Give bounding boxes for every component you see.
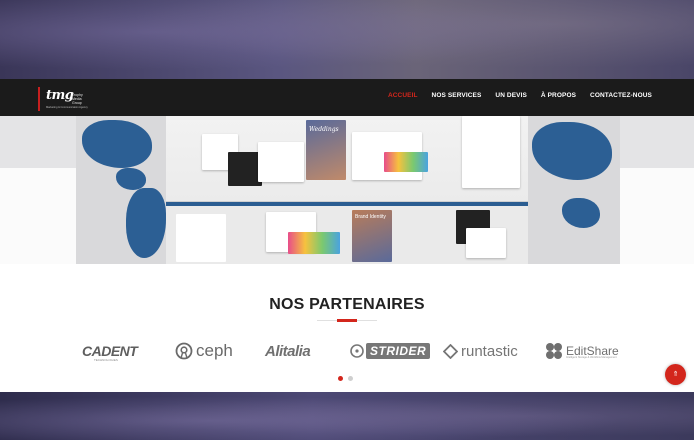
logo-subtext: Marketing & Communication Agency [46, 106, 88, 109]
strider-wheel-icon [350, 344, 364, 358]
australia-shape [562, 198, 600, 228]
hero-brochure-top: Weddings [166, 116, 528, 202]
scroll-to-top-button[interactable]: ⇑ [665, 364, 686, 385]
logo-side-text: Trophy Media Group [72, 93, 83, 105]
hero-mockup-card [228, 152, 262, 186]
nav-item-a-propos[interactable]: À PROPOS [541, 92, 576, 99]
partner-logo-strider[interactable]: STRIDER [350, 340, 431, 362]
asia-shape [532, 122, 612, 180]
central-america-shape [116, 168, 146, 190]
nav-item-contact[interactable]: CONTACTEZ-NOUS [590, 92, 652, 99]
background-bottom [0, 392, 694, 440]
logo-accent-bar [38, 87, 40, 111]
title-divider-accent [337, 319, 357, 322]
hero-brochure-bottom: Brand Identity [166, 202, 528, 264]
nav-item-services[interactable]: NOS SERVICES [432, 92, 482, 99]
logo-text: tmg [46, 88, 74, 103]
brochure-subheading: Brand Identity [355, 214, 386, 220]
south-america-shape [126, 188, 166, 258]
arrow-up-icon: ⇑ [672, 371, 679, 378]
partners-section: NOS PARTENAIRES CADENT TECHNOLOGIES ceph… [0, 264, 694, 392]
background-top [0, 0, 694, 80]
runtastic-icon [443, 343, 458, 359]
hero-mockup-sticky-notes [384, 152, 428, 172]
hero-mockup-sheet [462, 116, 520, 188]
partner-logo-cadent[interactable]: CADENT TECHNOLOGIES [82, 340, 138, 362]
hero-mockup-sticky-notes [288, 232, 340, 254]
editshare-icon [546, 343, 562, 359]
hero-mockup-sheet [176, 214, 226, 262]
partner-logo-editshare[interactable]: EditShare Intelligent Storage & Workflow… [545, 340, 619, 362]
ceph-icon [175, 342, 193, 360]
partner-logo-alitalia[interactable]: Alitalia [265, 340, 311, 362]
site-logo[interactable]: tmg Trophy Media Group Marketing & Commu… [38, 87, 88, 111]
brochure-heading: Weddings [309, 126, 339, 133]
nav-item-devis[interactable]: UN DEVIS [495, 92, 527, 99]
carousel-dot-1[interactable] [338, 376, 343, 381]
carousel-dot-2[interactable] [348, 376, 353, 381]
carousel-pagination [338, 376, 353, 381]
hero-mockup-card [258, 142, 304, 182]
hero-mockup-card [466, 228, 506, 258]
partners-carousel[interactable]: CADENT TECHNOLOGIES ceph Alitalia STRIDE… [0, 340, 694, 362]
north-america-shape [82, 120, 152, 168]
partner-logo-runtastic[interactable]: runtastic [443, 340, 518, 362]
partner-logo-ceph[interactable]: ceph [175, 340, 233, 362]
nav-item-accueil[interactable]: ACCUEIL [388, 92, 418, 99]
main-nav: ACCUEIL NOS SERVICES UN DEVIS À PROPOS C… [388, 92, 652, 99]
navbar: tmg Trophy Media Group Marketing & Commu… [0, 79, 694, 116]
partners-title: NOS PARTENAIRES [269, 296, 425, 313]
